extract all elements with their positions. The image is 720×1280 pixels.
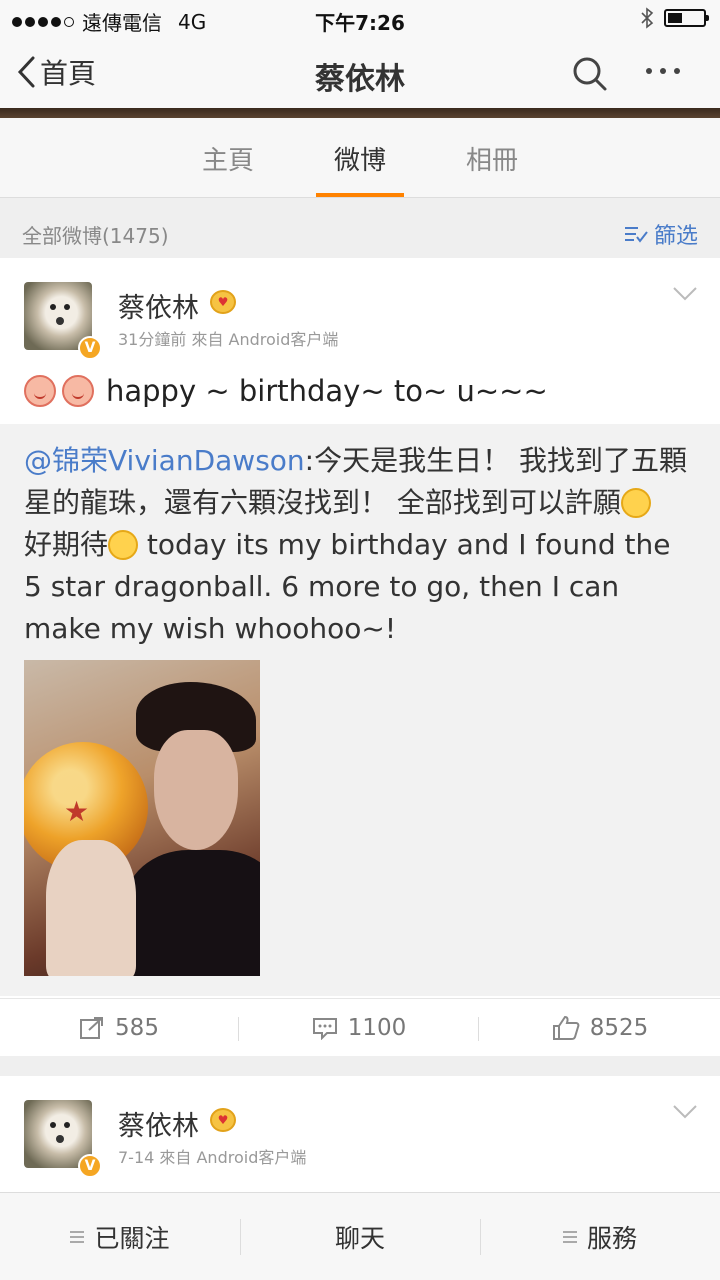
tab-home[interactable]: 主頁	[168, 140, 288, 177]
services-button[interactable]: 服務	[480, 1193, 720, 1280]
filter-icon	[624, 227, 648, 243]
services-label: 服務	[586, 1224, 637, 1253]
filter-button[interactable]: 篩选	[624, 218, 698, 250]
comment-icon	[312, 1018, 337, 1040]
bottom-action-bar: 已關注 聊天 服務	[0, 1192, 720, 1280]
thumbs-up-icon	[552, 1015, 580, 1040]
navigation-bar: 首頁 蔡依林	[0, 38, 720, 110]
menu-lines-icon	[70, 1231, 85, 1243]
repost-button[interactable]: 585	[0, 999, 238, 1057]
grin-emoji-icon	[108, 530, 139, 560]
filter-label: 篩选	[653, 224, 698, 249]
filter-bar: 全部微博(1475) 篩选	[0, 200, 720, 260]
chat-label: 聊天	[334, 1224, 385, 1253]
repost-count: 585	[115, 1015, 159, 1041]
more-options-icon[interactable]	[646, 68, 680, 74]
bluetooth-icon	[641, 7, 654, 29]
vip-crown-icon: ♥	[210, 290, 236, 314]
following-label: 已關注	[94, 1224, 170, 1253]
vip-crown-icon: ♥	[210, 1108, 236, 1132]
active-tab-indicator	[316, 193, 404, 197]
reposted-content[interactable]: @锦荣VivianDawson:今天是我生日！ 我找到了五顆星的龍珠，還有六顆沒…	[0, 424, 720, 996]
repost-text: @锦荣VivianDawson:今天是我生日！ 我找到了五顆星的龍珠，還有六顆沒…	[24, 440, 696, 650]
chevron-down-icon[interactable]	[672, 286, 698, 302]
cover-image-strip	[0, 108, 720, 118]
battery-icon	[664, 9, 709, 27]
status-bar: 遠傳電信 4G 下午7:26	[0, 0, 720, 38]
chat-button[interactable]: 聊天	[240, 1193, 480, 1280]
cake-emoji-icon	[62, 375, 94, 407]
verified-badge-icon: V	[78, 1154, 102, 1178]
post-author[interactable]: 蔡依林	[118, 286, 199, 325]
repost-icon	[80, 1017, 104, 1039]
post-actions: 585 1100 8525	[0, 998, 720, 1056]
comment-button[interactable]: 1100	[240, 999, 478, 1057]
like-button[interactable]: 8525	[480, 999, 720, 1057]
comment-count: 1100	[347, 1015, 407, 1041]
tab-weibo[interactable]: 微博	[300, 140, 420, 177]
post-meta: 31分鐘前 來自 Android客户端	[118, 330, 339, 349]
post-text: happy ~ birthday~ to~ u~~~	[106, 374, 548, 408]
post-meta: 7-14 來自 Android客户端	[118, 1148, 307, 1167]
post-content: happy ~ birthday~ to~ u~~~	[24, 374, 548, 408]
tab-album[interactable]: 相冊	[432, 140, 552, 177]
following-button[interactable]: 已關注	[0, 1193, 240, 1280]
blush-emoji-icon	[620, 488, 651, 518]
chevron-down-icon[interactable]	[672, 1104, 698, 1120]
profile-tabs: 主頁 微博 相冊	[0, 118, 720, 198]
menu-lines-icon	[562, 1231, 577, 1243]
cake-emoji-icon	[24, 375, 56, 407]
verified-badge-icon: V	[78, 336, 102, 360]
search-icon[interactable]	[572, 56, 608, 92]
status-time: 下午7:26	[315, 11, 405, 35]
page-title: 蔡依林	[315, 62, 405, 97]
like-count: 8525	[589, 1015, 649, 1041]
post-author[interactable]: 蔡依林	[118, 1104, 199, 1143]
weibo-post[interactable]: V 蔡依林 ♥ 31分鐘前 來自 Android客户端 happy ~ birt…	[0, 258, 720, 1056]
post-photo[interactable]: ★	[24, 660, 260, 976]
mention-link[interactable]: @锦荣VivianDawson	[24, 444, 305, 477]
weibo-post[interactable]: V 蔡依林 ♥ 7-14 來自 Android客户端	[0, 1076, 720, 1196]
post-count: 全部微博(1475)	[22, 224, 169, 248]
repost-text-part2: 好期待	[24, 528, 109, 561]
